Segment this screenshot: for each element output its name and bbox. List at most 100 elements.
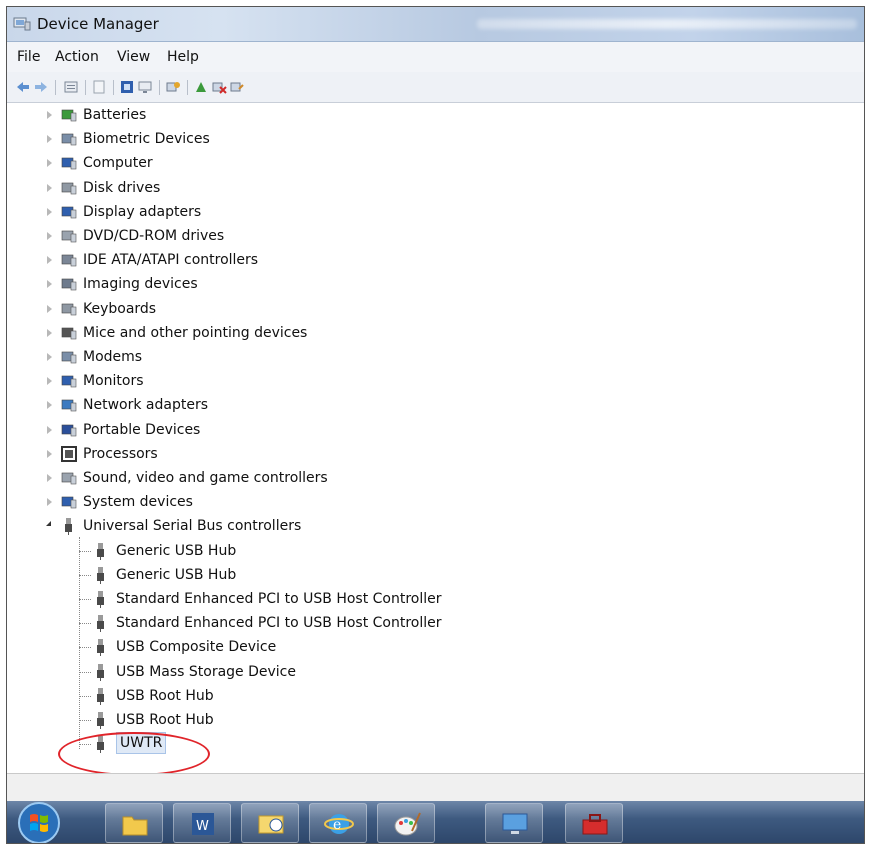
windows-taskbar: W e bbox=[7, 801, 864, 844]
device-manager-window: Device Manager File Action View Help Bat… bbox=[6, 6, 865, 844]
expand-arrow-icon[interactable] bbox=[47, 159, 52, 168]
title-bar[interactable]: Device Manager bbox=[7, 7, 864, 42]
word-icon: W bbox=[192, 813, 214, 835]
mouse-icon bbox=[61, 327, 77, 340]
expand-arrow-icon[interactable] bbox=[47, 183, 52, 192]
tree-category-label: Imaging devices bbox=[83, 276, 198, 293]
tree-connector bbox=[79, 623, 91, 625]
network-adapter-icon bbox=[61, 400, 77, 412]
scan-hardware-icon[interactable] bbox=[165, 79, 181, 95]
computer-icon bbox=[61, 158, 77, 170]
window-title: Device Manager bbox=[37, 15, 159, 33]
tree-category-label: Processors bbox=[83, 445, 158, 462]
forward-arrow-icon[interactable] bbox=[33, 79, 49, 95]
tree-connector bbox=[79, 574, 91, 576]
disk-drive-icon bbox=[61, 182, 77, 194]
back-arrow-icon[interactable] bbox=[15, 79, 31, 95]
usb-device-icon bbox=[97, 663, 104, 681]
tree-category-label: Modems bbox=[83, 349, 143, 365]
expand-arrow-icon[interactable] bbox=[47, 498, 52, 507]
expand-arrow-icon[interactable] bbox=[47, 207, 52, 216]
tree-usb-device-label: Standard Enhanced PCI to USB Host Contro… bbox=[116, 591, 442, 607]
tree-connector bbox=[79, 550, 91, 552]
taskbar-paint-button[interactable] bbox=[377, 803, 435, 843]
toolbar-separator bbox=[85, 80, 86, 95]
tree-category-label: DVD/CD-ROM drives bbox=[83, 228, 225, 244]
expand-arrow-icon[interactable] bbox=[47, 304, 52, 313]
toolbar bbox=[7, 72, 864, 103]
disable-device-icon[interactable] bbox=[211, 79, 227, 95]
processor-icon bbox=[61, 445, 77, 462]
expand-arrow-icon[interactable] bbox=[47, 280, 52, 289]
taskbar-word-button[interactable]: W bbox=[173, 803, 231, 843]
remote-desktop-icon bbox=[502, 813, 528, 834]
windows-start-orb-icon[interactable] bbox=[17, 801, 61, 844]
tree-usb-device-label: USB Root Hub bbox=[116, 687, 214, 704]
dvd-drive-icon bbox=[61, 230, 77, 243]
expand-arrow-icon[interactable] bbox=[47, 449, 52, 458]
taskbar-remote-desktop-button[interactable] bbox=[485, 803, 543, 843]
usb-device-icon bbox=[97, 639, 104, 657]
sound-icon bbox=[61, 472, 77, 485]
taskbar-toolbox-button[interactable] bbox=[565, 803, 623, 843]
driver-icon[interactable] bbox=[119, 79, 135, 95]
expand-arrow-icon[interactable] bbox=[47, 401, 52, 410]
tree-connector bbox=[79, 695, 91, 697]
expand-arrow-icon[interactable] bbox=[47, 135, 52, 144]
tree-category-label: Display adapters bbox=[83, 203, 202, 220]
taskbar-outlook-button[interactable] bbox=[241, 803, 299, 843]
expand-arrow-icon[interactable] bbox=[47, 474, 52, 482]
expand-arrow-icon[interactable] bbox=[47, 353, 52, 361]
keyboard-icon bbox=[61, 303, 77, 315]
tree-usb-device-label: Generic USB Hub bbox=[116, 566, 237, 583]
svg-text:e: e bbox=[333, 817, 341, 833]
outlook-icon bbox=[258, 815, 284, 834]
device-tree[interactable]: Batteries Biometric Devices Computer Disk d… bbox=[7, 103, 864, 773]
tree-category-label: Network adapters bbox=[83, 397, 208, 414]
battery-icon bbox=[61, 109, 77, 122]
collapse-arrow-icon[interactable] bbox=[46, 521, 51, 527]
tree-connector bbox=[79, 720, 91, 721]
expand-arrow-icon[interactable] bbox=[47, 232, 52, 240]
status-bar bbox=[7, 773, 864, 802]
uninstall-icon[interactable] bbox=[229, 79, 245, 95]
tree-category-label: Portable Devices bbox=[83, 421, 201, 438]
taskbar-ie-button[interactable]: e bbox=[309, 803, 367, 843]
blurred-title-area bbox=[477, 19, 857, 29]
menu-action[interactable]: Action bbox=[55, 49, 99, 65]
tree-category-label: Universal Serial Bus controllers bbox=[83, 518, 302, 535]
usb-device-icon bbox=[97, 615, 104, 633]
menu-help[interactable]: Help bbox=[167, 49, 199, 65]
internet-explorer-icon: e bbox=[324, 814, 354, 834]
annotation-red-circle bbox=[58, 732, 210, 776]
tree-connector bbox=[79, 537, 80, 749]
expand-arrow-icon[interactable] bbox=[47, 377, 52, 386]
computer-icon[interactable] bbox=[137, 79, 153, 95]
paint-icon bbox=[394, 812, 421, 836]
svg-text:W: W bbox=[196, 819, 209, 834]
tree-usb-device-label: USB Mass Storage Device bbox=[116, 663, 296, 680]
expand-arrow-icon[interactable] bbox=[47, 425, 52, 434]
help-page-icon[interactable] bbox=[91, 79, 107, 95]
taskbar-explorer-button[interactable] bbox=[105, 803, 163, 843]
tree-category-label: IDE ATA/ATAPI controllers bbox=[83, 252, 259, 269]
tree-usb-device-label: Generic USB Hub bbox=[116, 542, 237, 559]
menu-view[interactable]: View bbox=[117, 49, 150, 65]
toolbox-icon bbox=[582, 814, 608, 835]
device-manager-app-icon bbox=[13, 17, 31, 31]
usb-device-icon bbox=[97, 566, 104, 584]
camera-icon bbox=[61, 279, 77, 291]
tree-category-label: Keyboards bbox=[83, 300, 157, 317]
portable-device-icon bbox=[61, 424, 77, 436]
expand-arrow-icon[interactable] bbox=[47, 111, 52, 119]
properties-icon[interactable] bbox=[63, 79, 79, 95]
usb-device-icon bbox=[97, 712, 104, 729]
tree-connector bbox=[79, 599, 91, 600]
update-driver-icon[interactable] bbox=[193, 79, 209, 95]
menu-file[interactable]: File bbox=[17, 49, 40, 65]
usb-device-icon bbox=[97, 591, 104, 608]
usb-device-icon bbox=[97, 687, 104, 705]
expand-arrow-icon[interactable] bbox=[47, 328, 52, 337]
tree-connector bbox=[79, 647, 91, 649]
expand-arrow-icon[interactable] bbox=[47, 256, 52, 265]
